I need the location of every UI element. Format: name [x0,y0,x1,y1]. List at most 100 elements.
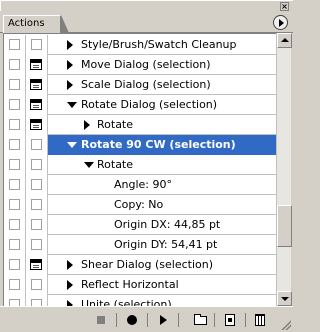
checkbox-icon[interactable] [9,139,20,150]
action-row[interactable]: Move Dialog (selection) [4,55,276,75]
toolbar-separator [147,313,148,327]
panel-menu-icon[interactable] [273,15,288,30]
toggle-item-cell[interactable] [4,295,26,306]
checkbox-icon[interactable] [9,159,20,170]
checkbox-icon[interactable] [9,299,20,306]
toggle-dialog-cell[interactable] [26,135,48,155]
action-row[interactable]: Origin DX: 44,85 pt [4,215,276,235]
expand-triangle-icon[interactable] [84,120,90,130]
tab-actions[interactable]: Actions [3,15,61,33]
toggle-dialog-cell[interactable] [26,55,48,75]
scroll-up-icon[interactable] [277,33,292,48]
action-row[interactable]: Unite (selection) [4,295,276,306]
checkbox-icon[interactable] [9,79,20,90]
toggle-item-cell[interactable] [4,215,26,235]
new-action-button[interactable] [221,313,239,327]
play-button[interactable] [154,313,172,327]
checkbox-icon[interactable] [31,139,42,150]
checkbox-icon[interactable] [9,279,20,290]
action-row[interactable]: Scale Dialog (selection) [4,75,276,95]
toggle-item-cell[interactable] [4,135,26,155]
close-icon[interactable]: × [280,2,289,11]
new-set-button[interactable] [192,313,210,327]
collapse-triangle-icon[interactable] [84,162,94,168]
toggle-item-cell[interactable] [4,275,26,295]
toggle-item-cell[interactable] [4,115,26,135]
panel-titlebar[interactable]: × [0,0,293,11]
collapse-triangle-icon[interactable] [67,142,77,148]
toggle-dialog-cell[interactable] [26,175,48,195]
toggle-item-cell[interactable] [4,155,26,175]
checkbox-icon[interactable] [9,219,20,230]
actions-toolbar [0,306,293,332]
toggle-item-cell[interactable] [4,95,26,115]
toggle-item-cell[interactable] [4,195,26,215]
checkbox-icon[interactable] [9,259,20,270]
toggle-dialog-cell[interactable] [26,215,48,235]
action-row[interactable]: Shear Dialog (selection) [4,255,276,275]
checkbox-icon[interactable] [31,199,42,210]
toggle-dialog-cell[interactable] [26,275,48,295]
scroll-down-icon[interactable] [277,291,292,306]
checkbox-icon[interactable] [31,179,42,190]
toggle-dialog-cell[interactable] [26,155,48,175]
toggle-item-cell[interactable] [4,235,26,255]
action-row[interactable]: Rotate [4,115,276,135]
action-label: Shear Dialog (selection) [81,258,214,271]
checkbox-icon[interactable] [31,299,42,306]
expand-triangle-icon[interactable] [67,280,73,290]
checkbox-icon[interactable] [31,39,42,50]
dialog-icon[interactable] [30,99,42,110]
toggle-dialog-cell[interactable] [26,75,48,95]
dialog-icon[interactable] [30,259,42,270]
tab-row: Actions [0,11,293,33]
expand-triangle-icon[interactable] [67,260,73,270]
checkbox-icon[interactable] [9,99,20,110]
checkbox-icon[interactable] [9,179,20,190]
checkbox-icon[interactable] [9,239,20,250]
record-button[interactable] [123,313,141,327]
toggle-item-cell[interactable] [4,175,26,195]
action-row-selected[interactable]: Rotate 90 CW (selection) [4,135,276,155]
action-row[interactable]: Rotate Dialog (selection) [4,95,276,115]
expand-triangle-icon[interactable] [67,60,73,70]
checkbox-icon[interactable] [31,279,42,290]
dialog-icon[interactable] [30,59,42,70]
toggle-item-cell[interactable] [4,55,26,75]
trash-icon [255,314,265,326]
action-row[interactable]: Reflect Horizontal [4,275,276,295]
checkbox-icon[interactable] [9,199,20,210]
checkbox-icon[interactable] [31,159,42,170]
action-row[interactable]: Copy: No [4,195,276,215]
action-row[interactable]: Origin DY: 54,41 pt [4,235,276,255]
checkbox-icon[interactable] [9,119,20,130]
toggle-dialog-cell[interactable] [26,255,48,275]
vertical-scrollbar[interactable] [276,33,292,306]
action-row[interactable]: Rotate [4,155,276,175]
toggle-item-cell[interactable] [4,255,26,275]
checkbox-icon[interactable] [31,219,42,230]
dialog-icon[interactable] [30,119,42,130]
toggle-item-cell[interactable] [4,35,26,55]
checkbox-icon[interactable] [9,59,20,70]
action-row[interactable]: Style/Brush/Swatch Cleanup [4,35,276,55]
toggle-dialog-cell[interactable] [26,35,48,55]
toggle-dialog-cell[interactable] [26,235,48,255]
toggle-dialog-cell[interactable] [26,295,48,306]
checkbox-icon[interactable] [31,239,42,250]
scroll-thumb[interactable] [277,205,292,247]
expand-triangle-icon[interactable] [67,40,73,50]
toggle-dialog-cell[interactable] [26,95,48,115]
toggle-dialog-cell[interactable] [26,115,48,135]
expand-triangle-icon[interactable] [67,80,73,90]
toggle-item-cell[interactable] [4,75,26,95]
play-icon [160,315,167,325]
stop-button[interactable] [92,313,110,327]
checkbox-icon[interactable] [9,39,20,50]
action-row[interactable]: Angle: 90° [4,175,276,195]
collapse-triangle-icon[interactable] [67,102,77,108]
dialog-icon[interactable] [30,79,42,90]
resize-grip[interactable] [281,320,291,330]
delete-button[interactable] [251,313,269,327]
toggle-dialog-cell[interactable] [26,195,48,215]
